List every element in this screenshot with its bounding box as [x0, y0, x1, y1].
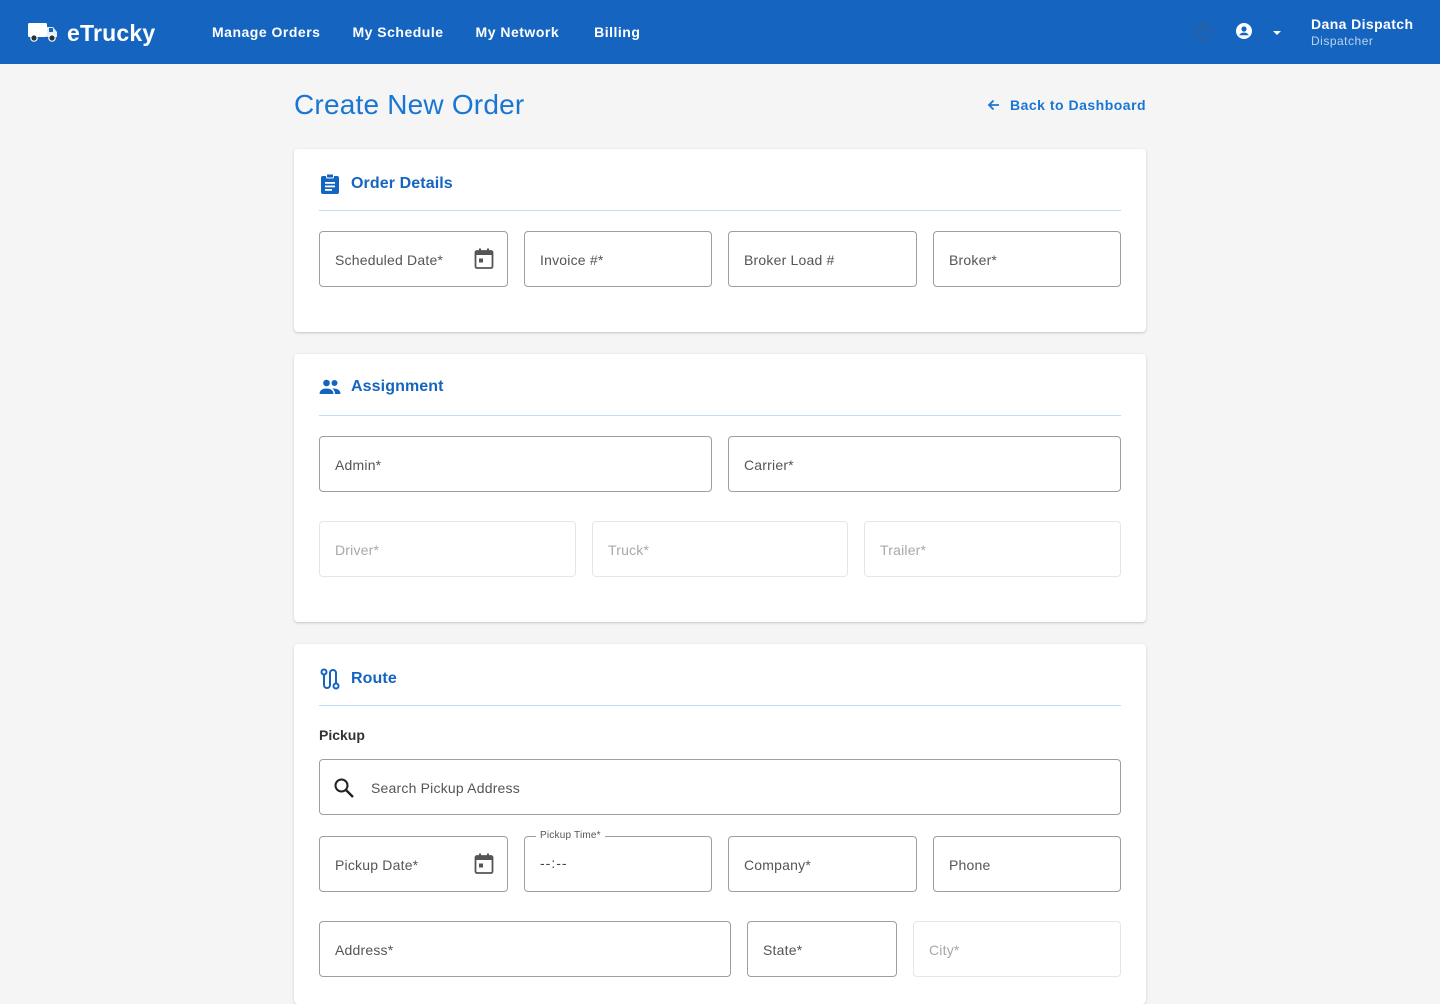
user-name: Dana Dispatch: [1311, 16, 1414, 32]
state-field[interactable]: State*: [747, 921, 897, 977]
address-field[interactable]: Address*: [319, 921, 731, 977]
driver-label: Driver*: [335, 542, 380, 558]
search-icon: [333, 777, 355, 804]
route-icon: [320, 668, 340, 690]
order-details-header: Order Details: [319, 173, 453, 195]
assignment-header: Assignment: [319, 378, 444, 396]
phone-label: Phone: [949, 857, 991, 873]
caret-down-icon[interactable]: [1271, 26, 1291, 46]
truck-field[interactable]: Truck*: [592, 521, 848, 577]
user-role: Dispatcher: [1311, 34, 1374, 48]
brand[interactable]: eTrucky: [27, 17, 155, 50]
broker-field[interactable]: Broker*: [933, 231, 1121, 287]
broker-label: Broker*: [949, 252, 998, 268]
route-card: Route Pickup Search Pickup Address Picku…: [294, 644, 1146, 1004]
arrow-left-icon: [987, 99, 999, 111]
route-title: Route: [351, 670, 397, 687]
truck-logo-icon: [27, 17, 59, 50]
truck-label: Truck*: [608, 542, 650, 558]
search-pickup-placeholder: Search Pickup Address: [371, 780, 520, 796]
account-circle-icon[interactable]: [1235, 22, 1255, 42]
clipboard-icon: [321, 173, 339, 194]
company-label: Company*: [744, 857, 811, 873]
broker-load-field[interactable]: Broker Load #: [728, 231, 917, 287]
broker-load-label: Broker Load #: [744, 252, 835, 268]
driver-field[interactable]: Driver*: [319, 521, 576, 577]
pickup-time-field[interactable]: Pickup Time* --:--: [524, 830, 712, 892]
nav-my-network[interactable]: My Network: [460, 24, 576, 40]
nav-billing[interactable]: Billing: [578, 24, 656, 40]
carrier-field[interactable]: Carrier*: [728, 436, 1121, 492]
admin-field[interactable]: Admin*: [319, 436, 712, 492]
nav-manage-orders[interactable]: Manage Orders: [196, 24, 336, 40]
top-app-bar: eTrucky Manage Orders My Schedule My Net…: [0, 0, 1440, 64]
city-label: City*: [929, 942, 960, 958]
main-nav: Manage Orders My Schedule My Network Bil…: [196, 0, 656, 64]
invoice-label: Invoice #*: [540, 252, 604, 268]
route-header: Route: [319, 668, 397, 690]
brand-name: eTrucky: [67, 20, 156, 46]
pickup-time-label: Pickup Time*: [536, 830, 605, 841]
scheduled-date-label: Scheduled Date*: [335, 252, 444, 268]
calendar-icon[interactable]: [474, 248, 494, 275]
admin-label: Admin*: [335, 457, 382, 473]
company-field[interactable]: Company*: [728, 836, 917, 892]
pickup-address-search[interactable]: Search Pickup Address: [319, 759, 1121, 815]
city-field[interactable]: City*: [913, 921, 1121, 977]
divider: [319, 705, 1121, 706]
assignment-title: Assignment: [351, 378, 444, 395]
divider: [319, 415, 1121, 416]
pickup-heading: Pickup: [319, 727, 365, 743]
invoice-field[interactable]: Invoice #*: [524, 231, 712, 287]
back-to-dashboard-label: Back to Dashboard: [1010, 97, 1147, 113]
page-title: Create New Order: [294, 89, 525, 120]
assignment-card: Assignment Admin* Carrier* Driver* Truck…: [294, 354, 1146, 622]
help-icon[interactable]: [1193, 22, 1213, 42]
pickup-time-value: --:--: [540, 855, 568, 871]
state-label: State*: [763, 942, 803, 958]
pickup-date-field[interactable]: Pickup Date*: [319, 836, 508, 892]
people-icon: [319, 379, 341, 394]
back-to-dashboard-link[interactable]: Back to Dashboard: [986, 97, 1146, 113]
carrier-label: Carrier*: [744, 457, 794, 473]
order-details-title: Order Details: [351, 175, 453, 192]
pickup-date-label: Pickup Date*: [335, 857, 419, 873]
trailer-label: Trailer*: [880, 542, 927, 558]
trailer-field[interactable]: Trailer*: [864, 521, 1121, 577]
calendar-icon[interactable]: [474, 853, 494, 880]
order-details-card: Order Details Scheduled Date* Invoice #*…: [294, 149, 1146, 332]
address-label: Address*: [335, 942, 394, 958]
nav-my-schedule[interactable]: My Schedule: [336, 24, 459, 40]
divider: [319, 210, 1121, 211]
scheduled-date-field[interactable]: Scheduled Date*: [319, 231, 508, 287]
phone-field[interactable]: Phone: [933, 836, 1121, 892]
